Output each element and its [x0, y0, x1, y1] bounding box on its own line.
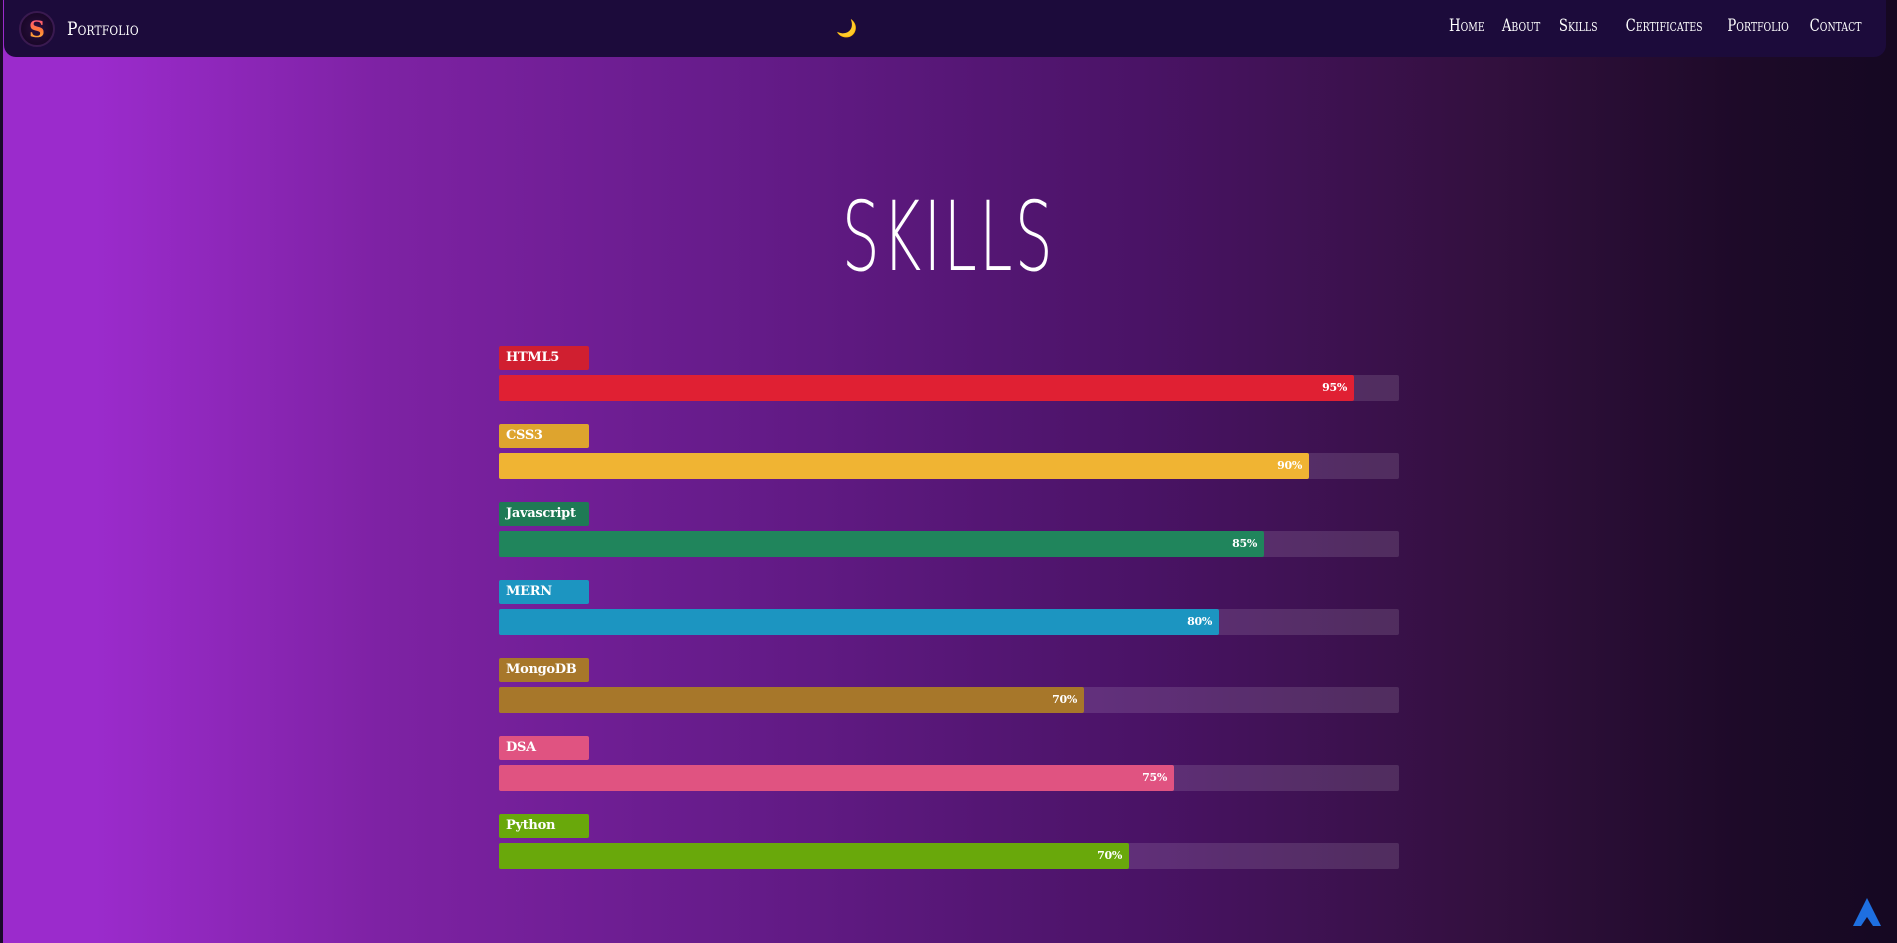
- page-title: SKILLS: [841, 181, 1056, 293]
- logo-icon: S: [19, 11, 55, 47]
- skill-item: MERN 80%: [499, 580, 1399, 658]
- skill-bar-track: 70%: [499, 687, 1399, 713]
- skill-bar-fill: 70%: [499, 843, 1129, 869]
- skill-label: HTML5: [499, 346, 589, 370]
- skill-bar-fill: 75%: [499, 765, 1174, 791]
- nav-link-skills[interactable]: Skills: [1558, 16, 1597, 36]
- skill-bar-fill: 70%: [499, 687, 1084, 713]
- nav-link-about[interactable]: About: [1502, 16, 1540, 36]
- skill-percent: 75%: [1142, 771, 1167, 784]
- navbar: S Portfolio 🌙 Home About Skills Certific…: [4, 0, 1886, 57]
- skill-label: MongoDB: [499, 658, 589, 682]
- skill-label: MERN: [499, 580, 589, 604]
- skill-bar-track: 85%: [499, 531, 1399, 557]
- skill-item: HTML5 95%: [499, 346, 1399, 424]
- skill-percent: 70%: [1052, 693, 1077, 706]
- skill-bar-track: 75%: [499, 765, 1399, 791]
- skill-item: DSA 75%: [499, 736, 1399, 814]
- page-edge: [0, 0, 3, 943]
- nav-link-portfolio[interactable]: Portfolio: [1727, 16, 1788, 36]
- skill-percent: 80%: [1187, 615, 1212, 628]
- skill-percent: 95%: [1322, 381, 1347, 394]
- nav-link-certificates[interactable]: Certificates: [1626, 16, 1703, 36]
- skill-percent: 90%: [1277, 459, 1302, 472]
- skill-item: Javascript 85%: [499, 502, 1399, 580]
- skill-label: Python: [499, 814, 589, 838]
- theme-toggle-moon-icon[interactable]: 🌙: [836, 18, 858, 40]
- nav-link-contact[interactable]: Contact: [1810, 16, 1862, 36]
- skill-bar-track: 80%: [499, 609, 1399, 635]
- skills-list: HTML5 95% CSS3 90% Javascript 85% MERN 8…: [499, 346, 1399, 892]
- skill-item: CSS3 90%: [499, 424, 1399, 502]
- skill-bar-track: 95%: [499, 375, 1399, 401]
- brand[interactable]: S Portfolio: [19, 10, 155, 48]
- scroll-to-top-notch: [1861, 917, 1873, 926]
- skill-label: Javascript: [499, 502, 589, 526]
- skill-bar-track: 90%: [499, 453, 1399, 479]
- skill-label: CSS3: [499, 424, 589, 448]
- skill-percent: 85%: [1232, 537, 1257, 550]
- brand-name: Portfolio: [67, 18, 139, 40]
- nav-link-home[interactable]: Home: [1449, 16, 1485, 36]
- skill-percent: 70%: [1097, 849, 1122, 862]
- skill-bar-fill: 90%: [499, 453, 1309, 479]
- skill-bar-track: 70%: [499, 843, 1399, 869]
- skill-item: Python 70%: [499, 814, 1399, 892]
- skill-item: MongoDB 70%: [499, 658, 1399, 736]
- skill-label: DSA: [499, 736, 589, 760]
- skill-bar-fill: 95%: [499, 375, 1354, 401]
- skill-bar-fill: 85%: [499, 531, 1264, 557]
- nav-links: Home About Skills Certificates Portfolio…: [1447, 16, 1862, 36]
- logo-s-icon: S: [29, 17, 45, 42]
- skill-bar-fill: 80%: [499, 609, 1219, 635]
- logo-letter: S: [29, 17, 45, 42]
